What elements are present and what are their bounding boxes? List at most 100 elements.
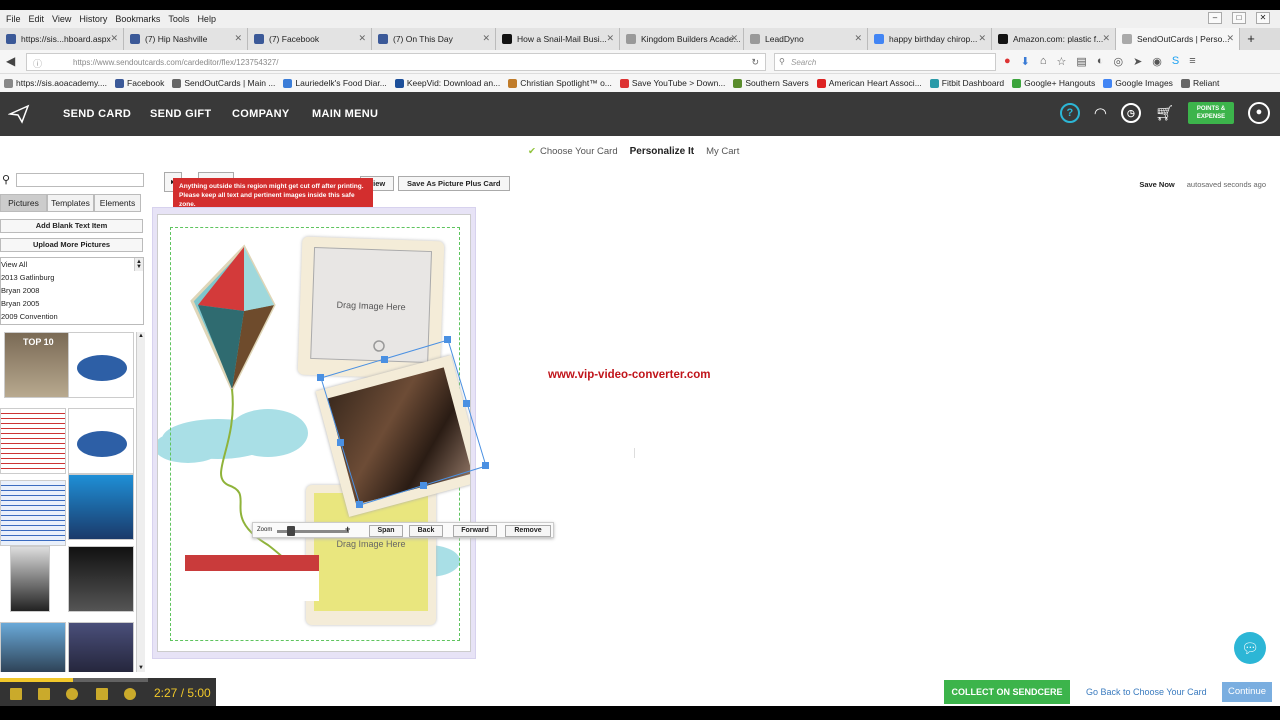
thumbnail-flyer[interactable] — [0, 408, 66, 474]
step-choose-card[interactable]: ✔ Choose Your Card — [528, 146, 618, 157]
browser-tab[interactable]: (7) On This Day ✕ — [372, 28, 496, 50]
back-button[interactable]: Back — [409, 525, 443, 537]
bookmark-item[interactable]: https://sis.aoacademy.... — [4, 78, 107, 88]
menu-help[interactable]: Help — [197, 14, 216, 24]
close-icon[interactable] — [124, 688, 136, 700]
scroll-down-icon[interactable]: ▼ — [137, 664, 145, 672]
menu-file[interactable]: File — [6, 14, 21, 24]
picture-search-input[interactable] — [16, 173, 144, 187]
thumbnail-top10[interactable]: TOP 10 — [4, 332, 70, 398]
upload-pictures-button[interactable]: Upload More Pictures — [0, 238, 143, 252]
points-expense-button[interactable]: POINTS & EXPENSE — [1188, 102, 1234, 124]
thumbnail-pie-chart-2[interactable] — [68, 408, 134, 474]
bookmark-star-icon[interactable]: ☆ — [1057, 55, 1067, 68]
album-view-all[interactable]: View All — [1, 258, 143, 271]
thumbnail-document[interactable] — [0, 480, 66, 546]
browser-tab[interactable]: Kingdom Builders Acade... ✕ — [620, 28, 744, 50]
zoom-slider-knob[interactable] — [287, 526, 295, 536]
stop-icon[interactable] — [10, 688, 22, 700]
close-tab-icon[interactable]: ✕ — [978, 33, 986, 44]
url-bar[interactable]: ⓘ https://www.sendoutcards.com/cardedito… — [26, 53, 766, 71]
home-icon[interactable]: ⌂ — [1040, 55, 1047, 68]
browser-tab[interactable]: How a Snail-Mail Busi... ✕ — [496, 28, 620, 50]
tab-pictures[interactable]: Pictures — [0, 194, 47, 212]
span-button[interactable]: Span — [369, 525, 403, 537]
close-tab-icon[interactable]: ✕ — [358, 33, 366, 44]
browser-tab[interactable]: SendOutCards | Perso... ✕ — [1116, 28, 1240, 50]
scroll-up-icon[interactable]: ▲ — [137, 332, 145, 340]
album-bryan-2005[interactable]: Bryan 2005 — [1, 297, 143, 310]
thumbnail-photo-event[interactable] — [68, 622, 134, 672]
bookmark-item[interactable]: Fitbit Dashboard — [929, 78, 1004, 88]
thumbnail-photo-stairs[interactable] — [68, 474, 134, 540]
support-chat-icon[interactable]: 💬︎ — [1234, 632, 1266, 664]
bookmark-item[interactable]: Southern Savers — [733, 78, 809, 88]
browser-tab[interactable]: Amazon.com: plastic f... ✕ — [992, 28, 1116, 50]
help-icon[interactable]: ? — [1059, 103, 1080, 123]
nav-main-menu[interactable]: MAIN MENU — [312, 108, 378, 120]
menu-bookmarks[interactable]: Bookmarks — [115, 14, 160, 24]
browser-tab[interactable]: happy birthday chirop... ✕ — [868, 28, 992, 50]
cart-icon[interactable]: 🛒︎ — [1155, 104, 1174, 122]
bookmark-item[interactable]: Reliant — [1180, 78, 1219, 88]
nav-send-gift[interactable]: SEND GIFT — [150, 108, 211, 120]
close-tab-icon[interactable]: ✕ — [606, 33, 614, 44]
hamburger-menu-icon[interactable]: ≡ — [1189, 55, 1195, 68]
bookmark-item[interactable]: Google+ Hangouts — [1012, 78, 1095, 88]
nav-send-card[interactable]: SEND CARD — [63, 108, 131, 120]
tab-templates[interactable]: Templates — [47, 194, 94, 212]
collect-on-sendcere-button[interactable]: COLLECT ON SENDCERE — [944, 680, 1070, 704]
undo-icon[interactable] — [96, 688, 108, 700]
new-tab-button[interactable]: + — [1240, 28, 1262, 50]
back-arrow-icon[interactable]: ◀ — [6, 54, 15, 68]
bookmark-item[interactable]: Facebook — [115, 78, 164, 88]
dashboard-gauge-icon[interactable]: ◠ — [1094, 104, 1107, 122]
history-clock-icon[interactable]: ◷ — [1120, 103, 1141, 123]
menu-history[interactable]: History — [79, 14, 107, 24]
go-back-link[interactable]: Go Back to Choose Your Card — [1086, 687, 1207, 697]
send-icon[interactable]: ➤ — [1133, 55, 1142, 68]
bookmark-item[interactable]: SendOutCards | Main ... — [172, 78, 275, 88]
thumbnail-pie-chart[interactable] — [68, 332, 134, 398]
bookmark-item[interactable]: Christian Spotlight™ o... — [508, 78, 612, 88]
menu-edit[interactable]: Edit — [29, 14, 45, 24]
menu-view[interactable]: View — [52, 14, 71, 24]
close-tab-icon[interactable]: ✕ — [482, 33, 490, 44]
chat-extension-icon[interactable]: ◉ — [1152, 55, 1162, 68]
close-tab-icon[interactable]: ✕ — [730, 33, 738, 44]
scroll-down-icon[interactable]: ▼ — [135, 263, 143, 271]
download-icon[interactable]: ⬇ — [1021, 55, 1030, 68]
bookmark-item[interactable]: Save YouTube > Down... — [619, 78, 725, 88]
album-scrollbar[interactable]: ▲ ▼ — [134, 258, 143, 271]
thumbnail-photo-couple[interactable] — [10, 546, 50, 612]
bookmark-item[interactable]: KeepVid: Download an... — [394, 78, 500, 88]
bookmark-item[interactable]: Lauriedelk's Food Diar... — [283, 78, 387, 88]
clipboard-icon[interactable]: ▤ — [1076, 55, 1086, 68]
bookmark-item[interactable]: Google Images — [1103, 78, 1173, 88]
close-tab-icon[interactable]: ✕ — [1226, 33, 1234, 44]
album-bryan-2008[interactable]: Bryan 2008 — [1, 284, 143, 297]
menu-tools[interactable]: Tools — [168, 14, 189, 24]
account-avatar-icon[interactable]: ● — [1248, 102, 1270, 124]
close-tab-icon[interactable]: ✕ — [1102, 33, 1110, 44]
extension-icon[interactable]: ◎ — [1113, 55, 1123, 68]
save-as-picture-plus-card-button[interactable]: Save As Picture Plus Card — [398, 176, 510, 191]
nav-company[interactable]: COMPANY — [232, 108, 290, 120]
forward-button[interactable]: Forward — [453, 525, 497, 537]
album-2009-convention[interactable]: 2009 Convention — [1, 310, 143, 323]
add-blank-text-button[interactable]: Add Blank Text Item — [0, 219, 143, 233]
step-my-cart[interactable]: My Cart — [706, 146, 739, 157]
reload-icon[interactable]: ↻ — [751, 57, 759, 68]
close-tab-icon[interactable]: ✕ — [110, 33, 118, 44]
zoom-in-icon[interactable]: + — [345, 524, 350, 534]
album-gatlinburg[interactable]: 2013 Gatlinburg — [1, 271, 143, 284]
pocket-icon[interactable]: ● — [1004, 55, 1011, 68]
skype-icon[interactable]: S — [1172, 55, 1179, 68]
record-icon[interactable] — [66, 688, 78, 700]
minimize-button[interactable]: – — [1208, 12, 1222, 24]
browser-tab[interactable]: (7) Hip Nashville ✕ — [124, 28, 248, 50]
pause-icon[interactable] — [38, 688, 50, 700]
close-window-button[interactable]: ✕ — [1256, 12, 1270, 24]
sendoutcards-logo-icon[interactable] — [8, 104, 30, 124]
continue-button[interactable]: Continue — [1222, 682, 1272, 702]
